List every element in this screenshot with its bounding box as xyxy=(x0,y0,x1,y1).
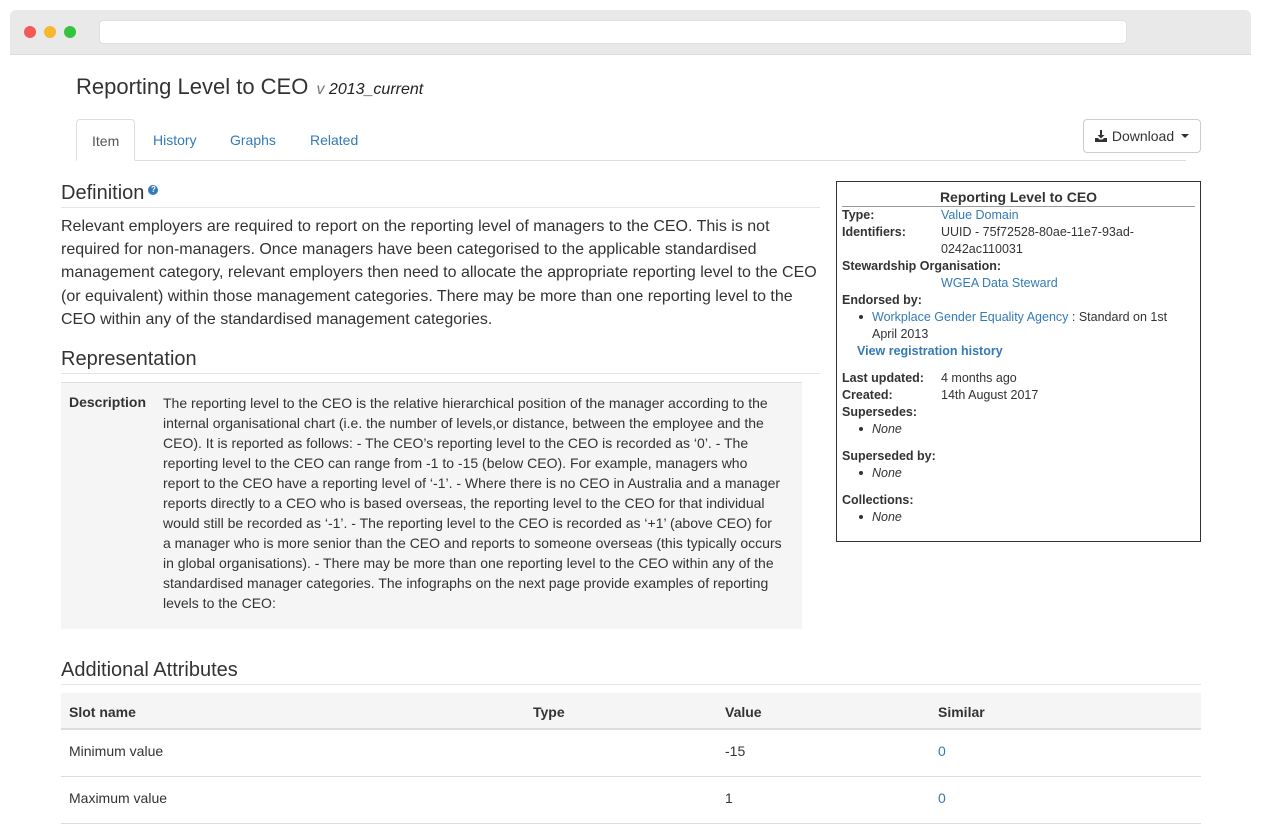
endorsement-date: April 2013 xyxy=(872,327,929,341)
bullet-icon xyxy=(859,515,863,519)
additional-attributes-table: Slot name Type Value Similar Minimum val… xyxy=(61,693,1201,824)
definition-heading-text: Definition xyxy=(61,182,145,204)
version-label: v 2013_current xyxy=(316,81,423,98)
download-label: Download xyxy=(1111,128,1175,144)
type-value-link[interactable]: Value Domain xyxy=(941,207,1019,224)
endorsed-entry: Workplace Gender Equality Agency : Stand… xyxy=(872,309,1167,326)
table-row: Minimum value -15 0 xyxy=(61,730,1201,777)
endorsement-status: : Standard on 1st xyxy=(1068,310,1168,324)
supersedes-value: None xyxy=(872,422,902,436)
column-header-similar: Similar xyxy=(938,704,985,720)
identifiers-value-line2: 0242ac110031 xyxy=(941,242,1023,256)
table-header: Slot name Type Value Similar xyxy=(61,693,1201,730)
bullet-icon xyxy=(859,427,863,431)
version-name: 2013_current xyxy=(328,81,424,98)
minimize-window-icon[interactable] xyxy=(44,26,56,38)
last-updated-value: 4 months ago xyxy=(941,371,1017,385)
definition-text: Relevant employers are required to repor… xyxy=(61,218,817,328)
bullet-icon xyxy=(859,471,863,475)
item-summary-panel: Reporting Level to CEO Type: Value Domai… xyxy=(836,181,1201,542)
collections-value: None xyxy=(872,510,902,524)
value-cell: 1 xyxy=(725,790,733,806)
slot-name-cell: Minimum value xyxy=(69,743,164,759)
similar-link[interactable]: 0 xyxy=(938,790,946,806)
chevron-down-icon xyxy=(1181,134,1190,138)
close-window-icon[interactable] xyxy=(24,26,36,38)
created-label: Created: xyxy=(842,388,893,402)
column-header-type: Type xyxy=(533,704,565,720)
superseded-by-value: None xyxy=(872,466,902,480)
similar-link[interactable]: 0 xyxy=(938,743,946,759)
representation-box: Description The reporting level to the C… xyxy=(61,382,802,629)
collections-label: Collections: xyxy=(842,493,914,507)
superseded-by-label: Superseded by: xyxy=(842,449,936,463)
representation-heading: Representation xyxy=(61,348,820,374)
additional-attributes-heading: Additional Attributes xyxy=(61,659,1201,685)
column-header-slot-name: Slot name xyxy=(69,704,136,720)
stewardship-label: Stewardship Organisation: xyxy=(842,259,1002,273)
column-header-value: Value xyxy=(725,704,762,720)
definition-heading: Definition? xyxy=(61,182,820,208)
supersedes-label: Supersedes: xyxy=(842,405,918,419)
page-title: Reporting Level to CEO v 2013_current xyxy=(76,74,423,100)
stewardship-link[interactable]: WGEA Data Steward xyxy=(941,275,1058,292)
panel-title: Reporting Level to CEO xyxy=(842,189,1195,207)
page-title-text: Reporting Level to CEO xyxy=(76,74,309,99)
tab-related[interactable]: Related xyxy=(295,119,373,161)
identifiers-value-line1: UUID - 75f72528-80ae-11e7-93ad- xyxy=(941,225,1134,239)
item-tabs: Item History Graphs Related xyxy=(76,119,1186,161)
slot-name-cell: Maximum value xyxy=(69,790,168,806)
browser-toolbar xyxy=(10,10,1251,55)
identifiers-label: Identifiers: xyxy=(842,225,906,239)
download-icon xyxy=(1094,130,1107,142)
tab-graphs[interactable]: Graphs xyxy=(215,119,291,161)
address-bar[interactable] xyxy=(99,20,1127,44)
endorsing-org-link[interactable]: Workplace Gender Equality Agency xyxy=(872,310,1068,324)
table-row: Maximum value 1 0 xyxy=(61,777,1201,824)
download-button[interactable]: Download xyxy=(1083,119,1201,153)
last-updated-label: Last updated: xyxy=(842,371,924,385)
description-text: The reporting level to the CEO is the re… xyxy=(163,395,782,611)
type-label: Type: xyxy=(842,208,875,222)
description-label: Description xyxy=(69,394,147,410)
value-cell: -15 xyxy=(725,743,746,759)
registration-history-link[interactable]: View registration history xyxy=(857,343,1003,360)
help-icon[interactable]: ? xyxy=(148,185,159,195)
created-value: 14th August 2017 xyxy=(941,388,1039,402)
bullet-icon xyxy=(859,315,863,319)
tab-item[interactable]: Item xyxy=(76,119,136,161)
version-prefix: v xyxy=(316,81,325,98)
endorsed-label: Endorsed by: xyxy=(842,293,922,307)
tab-history[interactable]: History xyxy=(138,119,212,161)
maximize-window-icon[interactable] xyxy=(64,26,76,38)
